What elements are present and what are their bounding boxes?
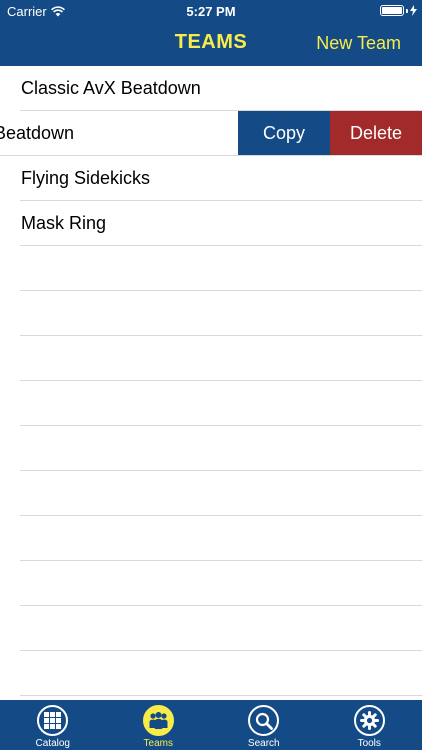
battery-icon — [380, 5, 417, 16]
gear-icon — [353, 705, 385, 736]
team-name: Mask Ring — [21, 213, 107, 233]
tab-catalog[interactable]: Catalog — [0, 700, 106, 750]
team-row-1-swiped[interactable]: Beatdown Copy Delete — [0, 111, 422, 156]
delete-button[interactable]: Delete — [330, 111, 422, 155]
team-name: Flying Sidekicks — [21, 168, 151, 188]
people-icon — [142, 705, 174, 736]
empty-row — [20, 516, 422, 561]
status-time: 5:27 PM — [186, 4, 236, 19]
tab-label: Teams — [143, 738, 173, 749]
new-team-button[interactable]: New Team — [316, 33, 401, 54]
tab-tools[interactable]: Tools — [317, 700, 422, 750]
tab-search[interactable]: Search — [211, 700, 317, 750]
copy-button[interactable]: Copy — [238, 111, 330, 155]
team-name: Beatdown — [0, 123, 75, 143]
team-row-2[interactable]: Flying Sidekicks — [20, 156, 422, 201]
navigation-bar: Carrier 5:27 PM TEAMS New Team — [0, 0, 422, 66]
empty-row — [20, 651, 422, 696]
tab-label: Search — [247, 738, 280, 749]
tab-teams[interactable]: Teams — [106, 700, 212, 750]
charging-bolt-icon — [410, 5, 417, 16]
empty-row — [20, 291, 422, 336]
status-bar: Carrier 5:27 PM — [0, 0, 422, 22]
empty-row — [20, 606, 422, 651]
team-row-3[interactable]: Mask Ring — [20, 201, 422, 246]
empty-row — [20, 561, 422, 606]
empty-row — [20, 246, 422, 291]
tab-bar: Catalog Teams Search Tools — [0, 700, 422, 750]
team-name: Classic AvX Beatdown — [21, 78, 201, 98]
empty-row — [20, 336, 422, 381]
tab-label: Tools — [357, 738, 381, 749]
empty-row — [20, 381, 422, 426]
grid-icon — [37, 705, 69, 736]
team-row-0[interactable]: Classic AvX Beatdown — [20, 66, 422, 111]
search-icon — [248, 705, 280, 736]
empty-row — [20, 426, 422, 471]
empty-row — [20, 471, 422, 516]
tab-label: Catalog — [35, 738, 70, 749]
teams-list: Classic AvX Beatdown Beatdown Copy Delet… — [0, 66, 422, 696]
